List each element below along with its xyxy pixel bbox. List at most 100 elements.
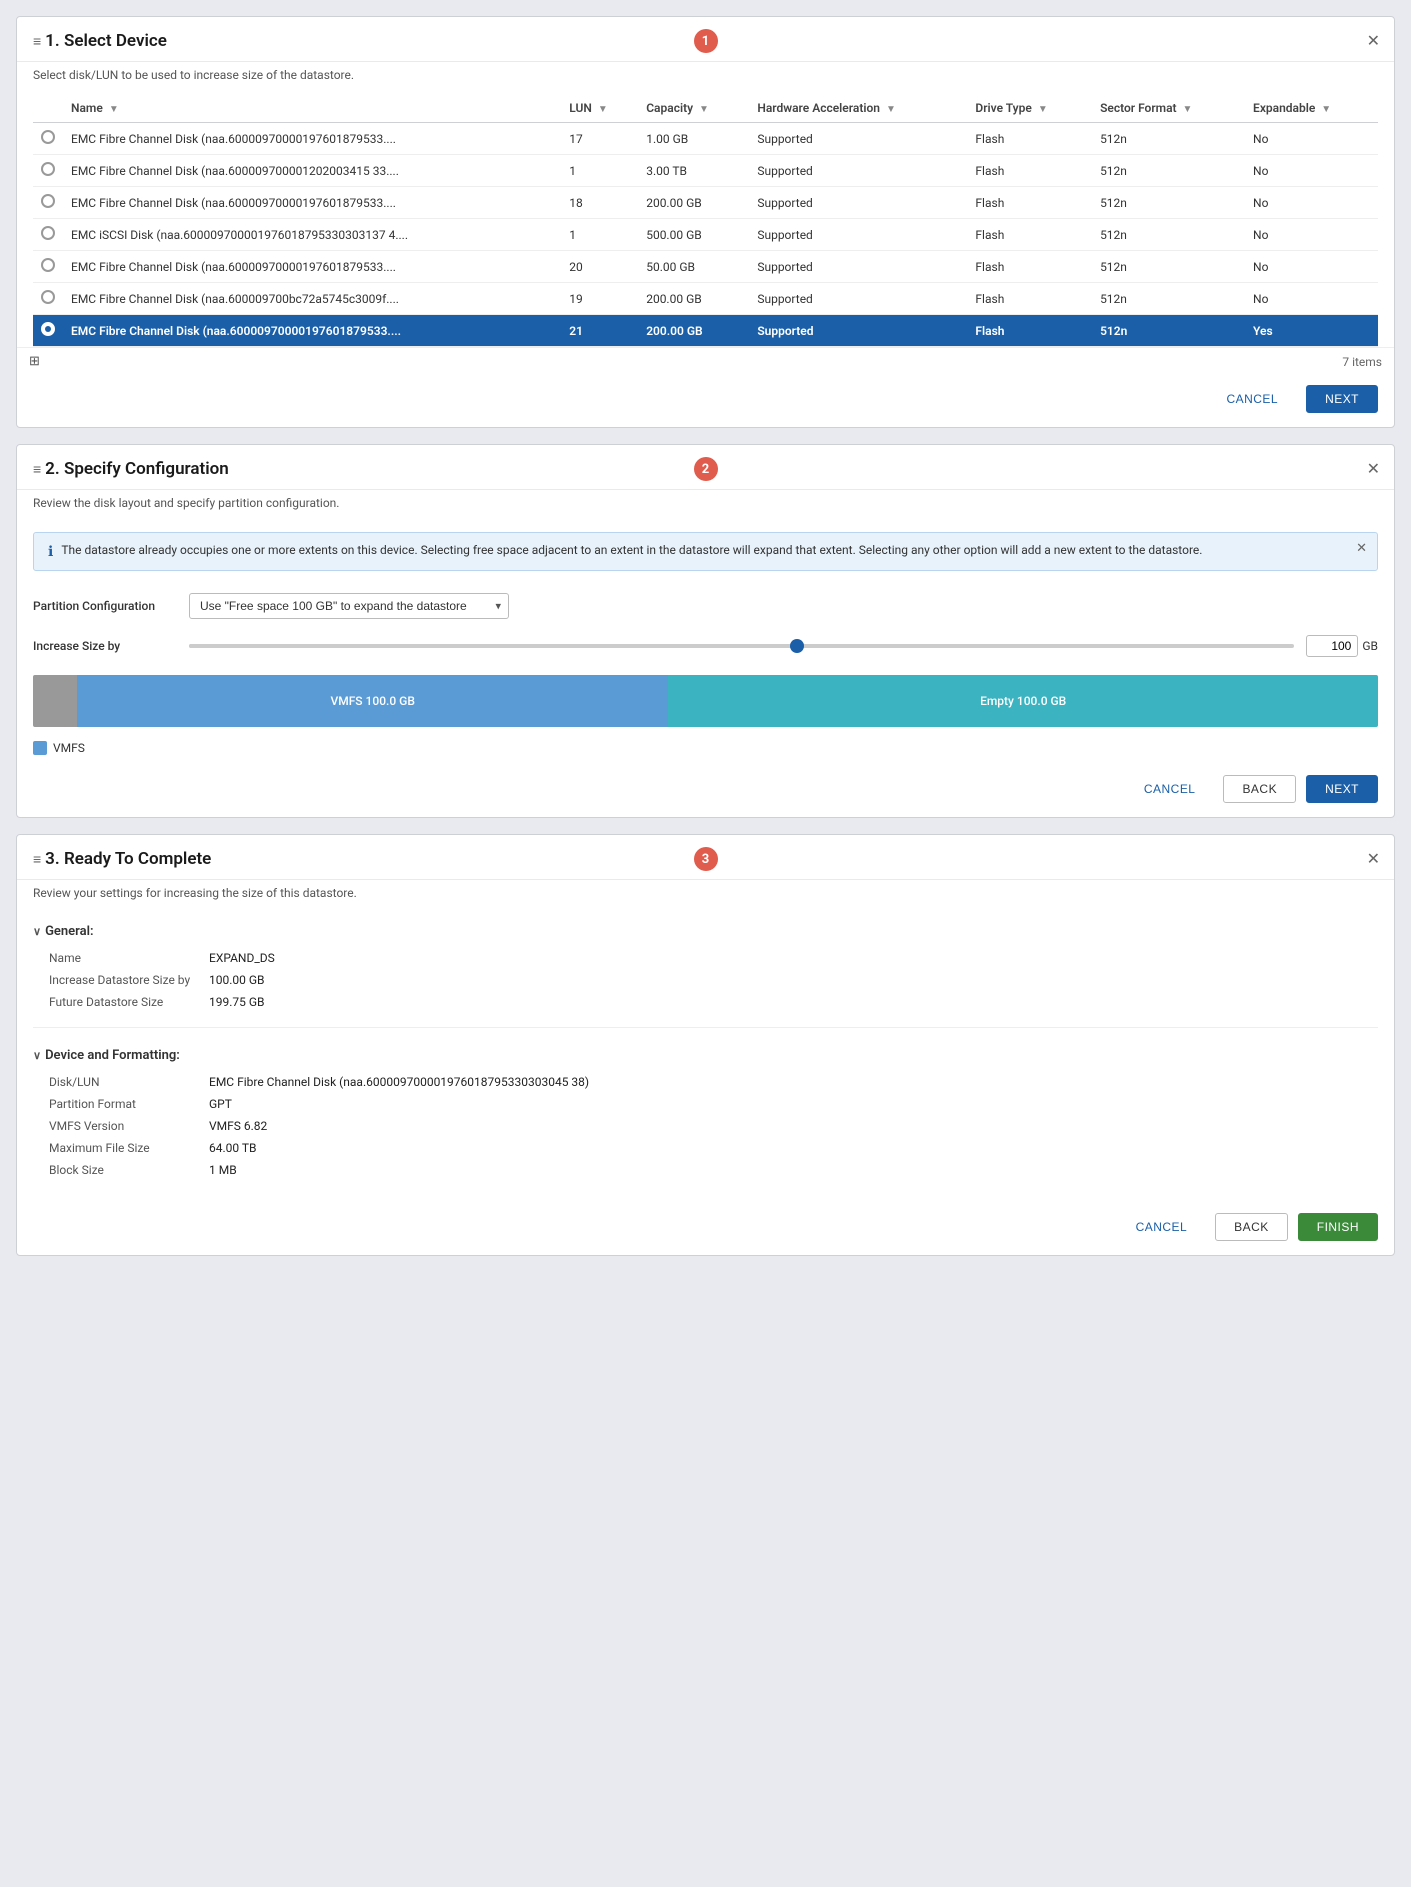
column-settings-icon[interactable]: ⊞ (29, 354, 40, 369)
table-row[interactable]: EMC Fibre Channel Disk (naa.600009700001… (33, 123, 1378, 155)
step2-badge: 2 (694, 457, 718, 481)
summary-device-row: Disk/LUNEMC Fibre Channel Disk (naa.6000… (33, 1071, 1378, 1093)
panel1-cancel-button[interactable]: CANCEL (1209, 386, 1297, 412)
chevron-down-icon-device[interactable]: ∨ (33, 1049, 41, 1062)
table-row[interactable]: EMC Fibre Channel Disk (naa.600009700bc7… (33, 283, 1378, 315)
cell-lun: 20 (561, 251, 638, 283)
radio-cell[interactable] (33, 283, 63, 315)
legend-row: VMFS (17, 737, 1394, 765)
info-text: The datastore already occupies one or mo… (61, 543, 1202, 557)
panel2-back-button[interactable]: BACK (1223, 775, 1296, 803)
table-item-count: 7 items (1342, 355, 1382, 369)
radio-button[interactable] (41, 258, 55, 272)
sort-icon-capacity: ▼ (699, 104, 709, 115)
summary-device-row: Partition FormatGPT (33, 1093, 1378, 1115)
close-icon-panel2[interactable]: ✕ (1367, 459, 1380, 478)
step1-badge: 1 (694, 29, 718, 53)
partition-dropdown[interactable]: Use "Free space 100 GB" to expand the da… (189, 593, 509, 619)
col-drivetype[interactable]: Drive Type ▼ (967, 94, 1092, 123)
radio-button[interactable] (41, 130, 55, 144)
slider-value-input[interactable]: 100 (1306, 635, 1358, 657)
radio-button[interactable] (41, 290, 55, 304)
panel2-next-button[interactable]: NEXT (1306, 775, 1378, 803)
panel-select-device: ≡ 1. Select Device 1 ✕ Select disk/LUN t… (16, 16, 1395, 428)
cell-capacity: 50.00 GB (638, 251, 749, 283)
table-row[interactable]: EMC Fibre Channel Disk (naa.600009700001… (33, 187, 1378, 219)
sort-icon-lun: ▼ (598, 104, 608, 115)
col-expandable[interactable]: Expandable ▼ (1245, 94, 1378, 123)
radio-cell[interactable] (33, 219, 63, 251)
table-row[interactable]: EMC iSCSI Disk (naa.60000970000197601879… (33, 219, 1378, 251)
table-row[interactable]: EMC Fibre Channel Disk (naa.600009700001… (33, 251, 1378, 283)
cell-name: EMC Fibre Channel Disk (naa.600009700001… (63, 187, 561, 219)
close-icon-panel1[interactable]: ✕ (1367, 31, 1380, 50)
col-sectorformat[interactable]: Sector Format ▼ (1092, 94, 1245, 123)
cell-capacity: 500.00 GB (638, 219, 749, 251)
table-footer: ⊞ 7 items (17, 347, 1394, 375)
panel3-header: ≡ 3. Ready To Complete 3 ✕ (17, 835, 1394, 880)
cell-sectorformat: 512n (1092, 315, 1245, 347)
radio-button[interactable] (41, 162, 55, 176)
disk-part-vmfs: VMFS 100.0 GB (77, 675, 668, 727)
summary-val: 64.00 TB (209, 1141, 257, 1155)
sort-icon-hwaccel: ▼ (886, 104, 896, 115)
partition-config-value: Use "Free space 100 GB" to expand the da… (189, 593, 1378, 619)
chevron-down-icon-general[interactable]: ∨ (33, 925, 41, 938)
panel3-back-button[interactable]: BACK (1215, 1213, 1288, 1241)
panel3-finish-button[interactable]: FINISH (1298, 1213, 1378, 1241)
panel3-btn-row: CANCEL BACK FINISH (17, 1203, 1394, 1255)
cell-drivetype: Flash (967, 155, 1092, 187)
panel1-next-button[interactable]: NEXT (1306, 385, 1378, 413)
cell-drivetype: Flash (967, 251, 1092, 283)
radio-button[interactable] (41, 194, 55, 208)
panel2-cancel-button[interactable]: CANCEL (1126, 776, 1214, 802)
radio-cell[interactable] (33, 251, 63, 283)
panel3-cancel-button[interactable]: CANCEL (1118, 1214, 1206, 1240)
radio-button[interactable] (41, 226, 55, 240)
partition-config-label: Partition Configuration (33, 599, 173, 613)
slider-fill (189, 644, 797, 648)
info-close-icon[interactable]: ✕ (1356, 541, 1367, 556)
radio-cell[interactable] (33, 315, 63, 347)
panel1-subtitle: Select disk/LUN to be used to increase s… (17, 62, 1394, 94)
summary-key: Future Datastore Size (49, 995, 209, 1009)
cell-name: EMC Fibre Channel Disk (naa.600009700001… (63, 123, 561, 155)
partition-dropdown-wrapper: Use "Free space 100 GB" to expand the da… (189, 593, 509, 619)
summary-key: Block Size (49, 1163, 209, 1177)
summary-key: VMFS Version (49, 1119, 209, 1133)
summary-general-row: Increase Datastore Size by100.00 GB (33, 969, 1378, 991)
summary-val: EXPAND_DS (209, 951, 275, 965)
cell-expandable: No (1245, 219, 1378, 251)
table-row[interactable]: EMC Fibre Channel Disk (naa.600009700001… (33, 155, 1378, 187)
cell-expandable: No (1245, 187, 1378, 219)
radio-button[interactable] (41, 322, 55, 336)
panel1-btn-row: CANCEL NEXT (17, 375, 1394, 427)
summary-key: Disk/LUN (49, 1075, 209, 1089)
info-icon: ℹ (48, 544, 53, 560)
summary-val: VMFS 6.82 (209, 1119, 267, 1133)
summary-val: 100.00 GB (209, 973, 265, 987)
radio-cell[interactable] (33, 155, 63, 187)
cell-lun: 17 (561, 123, 638, 155)
summary-key: Maximum File Size (49, 1141, 209, 1155)
table-row[interactable]: EMC Fibre Channel Disk (naa.600009700001… (33, 315, 1378, 347)
radio-cell[interactable] (33, 187, 63, 219)
cell-expandable: No (1245, 155, 1378, 187)
cell-expandable: No (1245, 123, 1378, 155)
close-icon-panel3[interactable]: ✕ (1367, 849, 1380, 868)
col-hwaccel[interactable]: Hardware Acceleration ▼ (749, 94, 967, 123)
cell-sectorformat: 512n (1092, 123, 1245, 155)
summary-device-row: Maximum File Size64.00 TB (33, 1137, 1378, 1159)
size-slider[interactable] (189, 644, 1294, 648)
col-lun[interactable]: LUN ▼ (561, 94, 638, 123)
col-name[interactable]: Name ▼ (63, 94, 561, 123)
panel3-title: 3. Ready To Complete (45, 849, 211, 869)
legend-vmfs-box (33, 741, 47, 755)
radio-cell[interactable] (33, 123, 63, 155)
panel1-header: ≡ 1. Select Device 1 ✕ (17, 17, 1394, 62)
sort-icon-name: ▼ (109, 104, 119, 115)
col-capacity[interactable]: Capacity ▼ (638, 94, 749, 123)
cell-drivetype: Flash (967, 187, 1092, 219)
slider-thumb[interactable] (790, 639, 804, 653)
summary-general-row: Future Datastore Size199.75 GB (33, 991, 1378, 1013)
